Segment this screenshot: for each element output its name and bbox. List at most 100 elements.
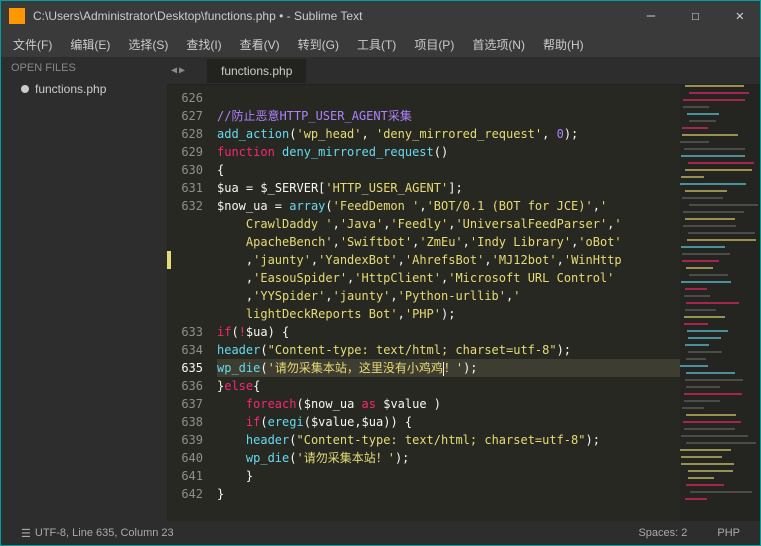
code-line[interactable]: }else{ xyxy=(217,377,680,395)
minimap-line xyxy=(685,344,710,346)
hamburger-icon[interactable]: ☰ xyxy=(21,527,31,540)
code-line[interactable]: lightDeckReports Bot','PHP'); xyxy=(217,305,680,323)
minimap-line xyxy=(682,260,719,262)
line-number[interactable]: 635 xyxy=(167,359,203,377)
code-line[interactable]: header("Content-type: text/html; charset… xyxy=(217,341,680,359)
line-number[interactable]: 629 xyxy=(167,143,203,161)
code-line[interactable]: $now_ua = array('FeedDemon ','BOT/0.1 (B… xyxy=(217,197,680,215)
minimap-line xyxy=(683,225,736,227)
minimap-line xyxy=(688,477,715,479)
menu-item-1[interactable]: 编辑(E) xyxy=(66,34,114,55)
menu-item-5[interactable]: 转到(G) xyxy=(294,34,343,55)
minimap-line xyxy=(685,190,727,192)
code-line[interactable]: } xyxy=(217,467,680,485)
code-line[interactable]: ,'EasouSpider','HttpClient','Microsoft U… xyxy=(217,269,680,287)
menu-item-3[interactable]: 查找(I) xyxy=(182,34,225,55)
code-line[interactable]: { xyxy=(217,161,680,179)
minimap-line xyxy=(682,407,704,409)
line-marker-icon xyxy=(167,251,171,269)
code-line[interactable]: ApacheBench','Swiftbot','ZmEu','Indy Lib… xyxy=(217,233,680,251)
code-line[interactable]: header("Content-type: text/html; charset… xyxy=(217,431,680,449)
code-line[interactable]: //防止恶意HTTP_USER_AGENT采集 xyxy=(217,107,680,125)
menu-item-6[interactable]: 工具(T) xyxy=(353,34,400,55)
code-line[interactable]: add_action('wp_head', 'deny_mirrored_req… xyxy=(217,125,680,143)
line-number[interactable] xyxy=(167,287,203,305)
window-title: C:\Users\Administrator\Desktop\functions… xyxy=(33,9,639,23)
menu-item-2[interactable]: 选择(S) xyxy=(124,34,172,55)
line-number[interactable]: 639 xyxy=(167,431,203,449)
code-line[interactable]: $ua = $_SERVER['HTTP_USER_AGENT']; xyxy=(217,179,680,197)
line-number[interactable]: 634 xyxy=(167,341,203,359)
line-number[interactable]: 631 xyxy=(167,179,203,197)
code-line[interactable]: CrawlDaddy ','Java','Feedly','UniversalF… xyxy=(217,215,680,233)
sidebar-item-file[interactable]: functions.php xyxy=(1,79,167,99)
minimap-line xyxy=(686,302,739,304)
minimap-line xyxy=(684,400,719,402)
minimap-line xyxy=(682,253,730,255)
tab-next-icon[interactable]: ▶ xyxy=(179,65,185,76)
line-number[interactable] xyxy=(167,269,203,287)
code-line[interactable]: wp_die('请勿采集本站，这里没有小鸡鸡！'); xyxy=(217,359,680,377)
sidebar-header: OPEN FILES xyxy=(1,57,167,79)
line-number[interactable]: 627 xyxy=(167,107,203,125)
minimap-line xyxy=(689,274,727,276)
minimap-line xyxy=(686,386,720,388)
menu-item-8[interactable]: 首选项(N) xyxy=(468,34,529,55)
line-number[interactable]: 640 xyxy=(167,449,203,467)
minimap-line xyxy=(687,113,719,115)
minimap[interactable] xyxy=(680,85,760,521)
minimap-line xyxy=(685,218,735,220)
line-number[interactable] xyxy=(167,305,203,323)
minimap-line xyxy=(680,449,731,451)
code-editor-area[interactable]: //防止恶意HTTP_USER_AGENT采集add_action('wp_he… xyxy=(211,85,680,521)
code-line[interactable]: } xyxy=(217,485,680,503)
minimap-line xyxy=(686,484,724,486)
code-line[interactable]: wp_die('请勿采集本站！'); xyxy=(217,449,680,467)
line-number[interactable]: 632 xyxy=(167,197,203,215)
minimap-line xyxy=(689,204,758,206)
line-number[interactable] xyxy=(167,215,203,233)
line-number[interactable]: 637 xyxy=(167,395,203,413)
minimap-line xyxy=(683,211,744,213)
line-number[interactable]: 642 xyxy=(167,485,203,503)
minimap-line xyxy=(681,463,734,465)
line-number-gutter[interactable]: 626627628629630631632 633634635636637638… xyxy=(167,85,211,521)
line-number[interactable]: 638 xyxy=(167,413,203,431)
tabbar: ◀ ▶ functions.php xyxy=(167,57,760,85)
code-line[interactable] xyxy=(217,89,680,107)
menu-item-9[interactable]: 帮助(H) xyxy=(539,34,588,55)
app-icon xyxy=(9,8,25,24)
minimap-line xyxy=(683,99,745,101)
line-number[interactable]: 641 xyxy=(167,467,203,485)
code-line[interactable]: if(!$ua) { xyxy=(217,323,680,341)
code-line[interactable]: if(eregi($value,$ua)) { xyxy=(217,413,680,431)
tab-prev-icon[interactable]: ◀ xyxy=(171,65,177,76)
status-syntax[interactable]: PHP xyxy=(717,527,740,539)
menu-item-4[interactable]: 查看(V) xyxy=(236,34,284,55)
tab-file[interactable]: functions.php xyxy=(207,59,306,83)
status-encoding[interactable]: UTF-8, Line 635, Column 23 xyxy=(35,527,174,539)
code-line[interactable]: ,'YYSpider','jaunty','Python-urllib',' xyxy=(217,287,680,305)
line-number[interactable]: 633 xyxy=(167,323,203,341)
statusbar: ☰ UTF-8, Line 635, Column 23 Spaces: 2 P… xyxy=(1,521,760,545)
maximize-button[interactable]: ☐ xyxy=(683,4,707,28)
minimize-button[interactable]: – xyxy=(639,4,663,28)
minimap-line xyxy=(688,470,733,472)
minimap-line xyxy=(682,134,738,136)
code-line[interactable]: foreach($now_ua as $value ) xyxy=(217,395,680,413)
menu-item-0[interactable]: 文件(F) xyxy=(9,34,56,55)
line-number[interactable] xyxy=(167,251,203,269)
close-button[interactable]: ✕ xyxy=(728,4,752,28)
code-line[interactable]: ,'jaunty','YandexBot','AhrefsBot','MJ12b… xyxy=(217,251,680,269)
line-number[interactable]: 630 xyxy=(167,161,203,179)
code-line[interactable]: function deny_mirrored_request() xyxy=(217,143,680,161)
minimap-line xyxy=(685,169,751,171)
minimap-line xyxy=(680,365,708,367)
line-number[interactable]: 626 xyxy=(167,89,203,107)
minimap-line xyxy=(681,176,704,178)
menu-item-7[interactable]: 项目(P) xyxy=(410,34,458,55)
line-number[interactable] xyxy=(167,233,203,251)
line-number[interactable]: 636 xyxy=(167,377,203,395)
status-indent[interactable]: Spaces: 2 xyxy=(638,527,687,539)
line-number[interactable]: 628 xyxy=(167,125,203,143)
